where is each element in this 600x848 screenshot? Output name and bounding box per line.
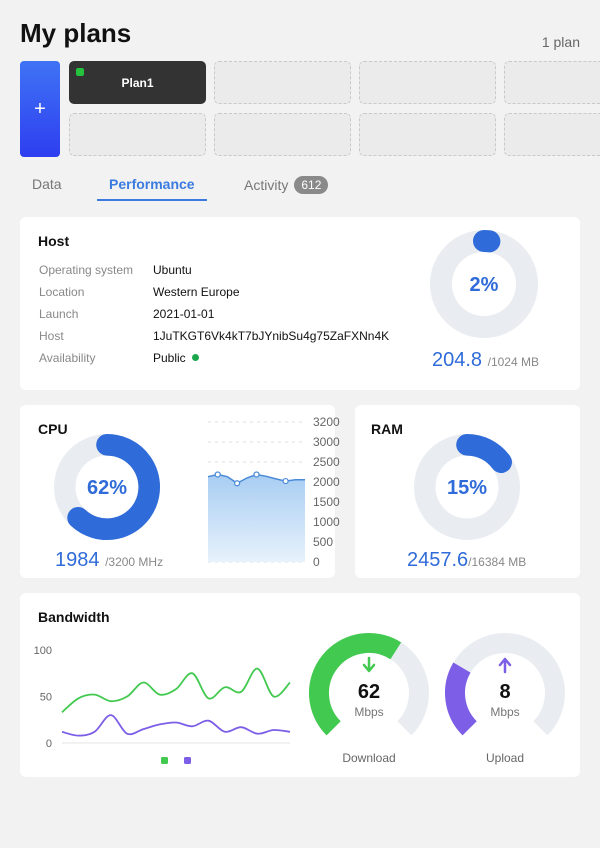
ram-usage-percent: 15% [446,477,488,499]
plus-icon: + [34,97,46,120]
host-used-value: 204.8 [432,349,483,371]
bandwidth-axis-tick: 50 [40,692,52,704]
info-label: Operating system [39,263,134,277]
ram-card-title: RAM [371,421,403,437]
plan-card-plan1[interactable]: Plan1 [69,61,206,104]
cpu-axis-tick: 2000 [313,475,340,489]
cpu-card: CPU 62% 1984 /3200 MHz 3200 3000 2500 2000 1… [20,405,340,578]
upload-label: Upload [485,751,525,765]
cpu-used-value: 1984 [55,549,100,571]
cpu-data-point [253,471,260,478]
ram-total-value: /16384 MB [468,555,527,569]
cpu-area-fill [208,474,305,562]
ram-usage-arc [456,433,512,473]
cpu-usage-percent: 62% [86,477,128,499]
bandwidth-axis-tick: 100 [34,645,52,657]
upload-series-line [61,714,291,737]
cpu-axis-tick: 2500 [313,455,340,469]
host-card-title: Host [38,233,70,249]
tab-data[interactable]: Data [32,176,62,192]
empty-plan-slot[interactable] [69,113,206,156]
info-label: Launch [39,307,79,321]
cpu-history-chart: 3200 3000 2500 2000 1500 1000 500 0 [207,415,340,569]
download-label: Download [342,751,396,765]
cpu-data-point [282,477,289,485]
empty-plan-slot[interactable] [359,61,496,104]
availability-text: Public [153,351,186,365]
ram-memory-used: 2457.6/16384 MB [407,549,526,572]
cpu-axis-tick: 0 [313,555,320,569]
info-value: 2021-01-01 [153,307,215,321]
cpu-data-point [233,480,241,487]
download-speed-unit: Mbps [354,705,384,719]
download-speed-value: 62 [357,681,381,703]
tab-activity[interactable]: Activity 612 [244,176,329,194]
cpu-axis-tick: 3200 [313,415,340,429]
availability-value: Public [153,351,199,365]
empty-plan-slot[interactable] [504,113,600,156]
upload-speed-unit: Mbps [490,705,520,719]
cpu-axis-tick: 1000 [313,515,340,529]
availability-status-dot [191,354,199,361]
tab-activity-label: Activity [244,177,289,193]
host-card: Host Operating system Ubuntu Location We… [20,217,580,390]
upload-arrow-icon [498,657,512,674]
bandwidth-card: Bandwidth 100 50 0 62 Mbps Download 8 Mbps… [20,593,580,777]
upload-legend-swatch [184,757,191,764]
plan-name: Plan1 [121,75,154,90]
cpu-axis-tick: 1500 [313,495,340,509]
cpu-axis-tick: 3000 [313,435,340,449]
info-value: Ubuntu [153,263,192,277]
bandwidth-axis-tick: 0 [46,738,52,750]
bandwidth-history-chart: 100 50 0 [34,645,291,764]
info-label: Host [39,329,64,343]
plan-status-dot [76,68,84,76]
info-value: Western Europe [153,285,240,299]
cpu-frequency: 1984 /3200 MHz [55,549,163,572]
download-arrow-icon [362,656,376,673]
cpu-total-value: /3200 MHz [105,555,164,569]
host-total-value: /1024 MB [487,355,539,369]
tab-performance[interactable]: Performance [109,176,195,192]
info-value: 1JuTKGT6Vk4kT7bJYnibSu4g75ZaFXNn4K [153,329,390,343]
ram-card: RAM 15% 2457.6/16384 MB [355,405,580,578]
upload-speed-value: 8 [499,681,511,703]
activity-count-badge: 612 [294,176,329,194]
download-legend-swatch [161,757,168,764]
empty-plan-slot[interactable] [504,61,600,104]
add-plan-button[interactable]: + [20,61,60,157]
active-tab-indicator [97,199,207,201]
empty-plan-slot[interactable] [214,61,351,104]
cpu-axis-tick: 500 [313,535,333,549]
empty-plan-slot[interactable] [359,113,496,156]
cpu-data-point [214,471,221,478]
empty-plan-slot[interactable] [214,113,351,156]
page-title: My plans [20,18,132,48]
info-label: Location [39,285,85,299]
host-usage-percent: 2% [469,274,499,296]
info-label: Availability [39,351,96,365]
plan-count: 1 plan [541,34,580,50]
ram-used-value: 2457.6 [407,549,469,571]
download-series-line [61,667,291,713]
host-memory-used: 204.8 /1024 MB [432,349,539,372]
